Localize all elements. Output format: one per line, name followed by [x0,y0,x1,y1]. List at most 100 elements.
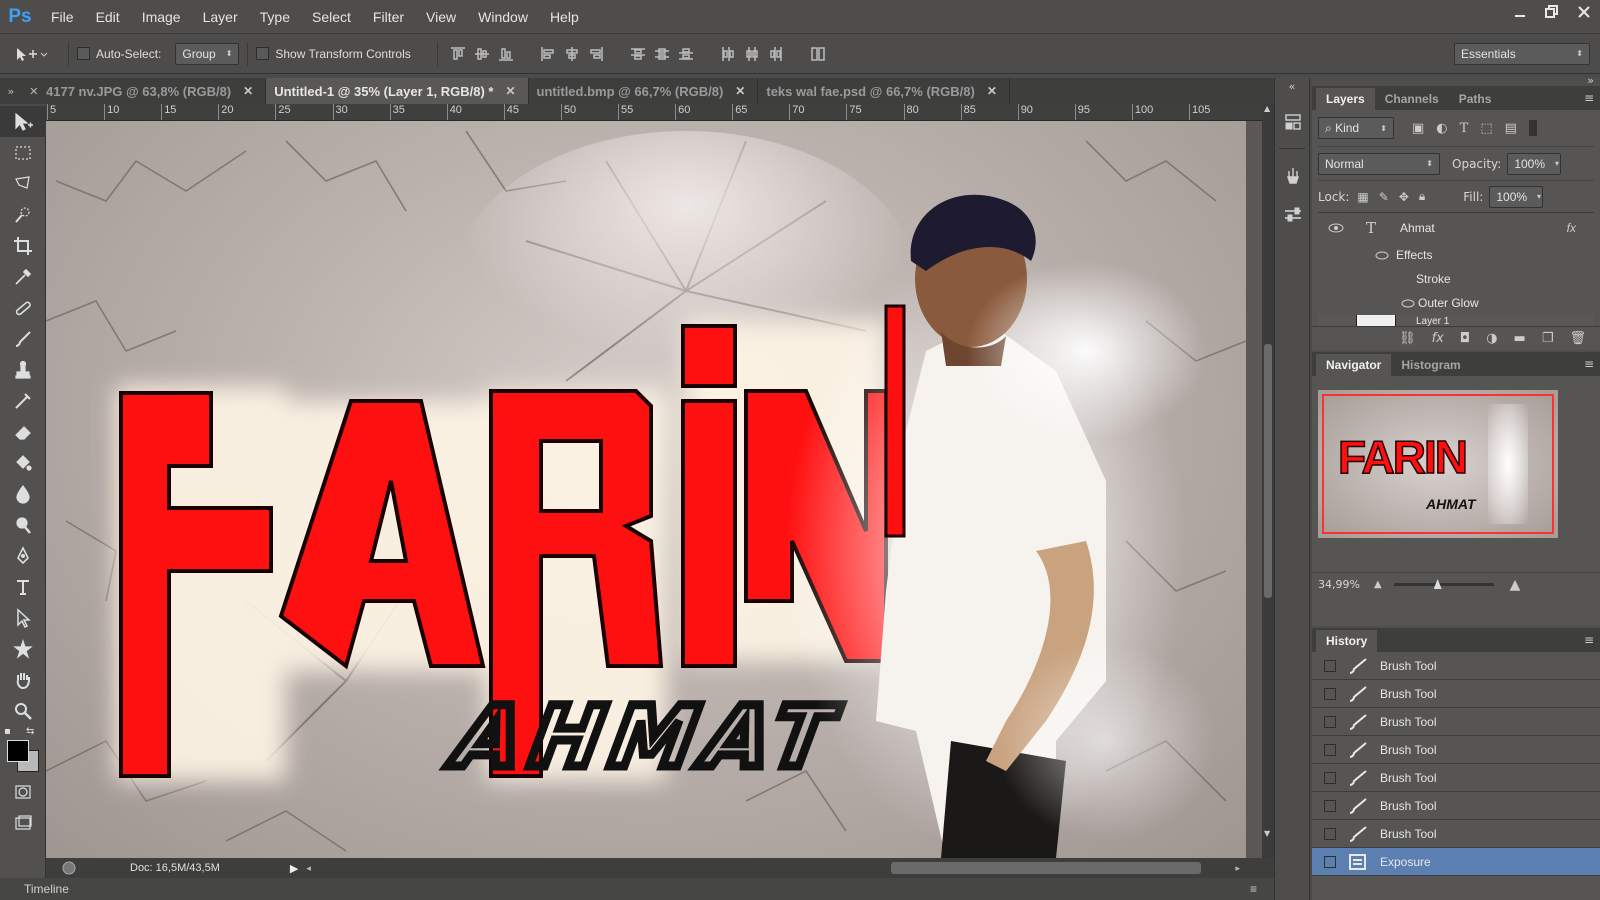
add-style-icon[interactable]: fx [1432,331,1444,346]
distribute-right-icon[interactable] [768,46,784,62]
new-group-icon[interactable]: ▬ [1514,331,1526,346]
effect-stroke-row[interactable]: Stroke [1318,267,1594,291]
new-layer-icon[interactable]: ❐ [1542,331,1554,346]
delete-layer-icon[interactable]: 🗑︎ [1569,331,1586,346]
history-snapshot-box[interactable] [1324,687,1336,700]
foreground-color[interactable] [7,740,29,762]
auto-select-checkbox[interactable]: Auto-Select: [77,47,161,61]
shape-tool[interactable] [0,633,46,664]
tab-histogram[interactable]: Histogram [1391,354,1470,376]
auto-select-dropdown[interactable]: Group ⬍ [175,42,240,65]
history-item[interactable]: Brush Tool [1312,736,1600,764]
horizontal-scroll-thumb[interactable] [890,862,1201,874]
lock-all-icon[interactable]: 🔒︎ [1419,189,1425,204]
transform-controls-checkbox[interactable]: Show Transform Controls [256,47,411,61]
close-tab-icon[interactable]: ✕ [505,84,515,98]
marquee-tool[interactable] [0,137,46,168]
zoom-tool[interactable] [0,695,46,726]
panel-menu-icon[interactable]: ≡ [1584,357,1594,371]
zoom-slider[interactable] [1393,579,1494,589]
auto-select-box[interactable] [77,47,90,60]
visibility-eye-icon[interactable] [1328,220,1344,236]
filter-shape-icon[interactable]: ⬚ [1480,121,1492,136]
tab-paths[interactable]: Paths [1449,88,1502,110]
new-adjustment-icon[interactable]: ◑ [1486,331,1497,346]
menu-type[interactable]: Type [249,0,301,34]
hand-tool[interactable] [0,664,46,695]
scroll-up-icon[interactable]: ▲ [1264,104,1270,113]
close-tab-icon[interactable]: ✕ [735,84,745,98]
tab-navigator[interactable]: Navigator [1316,354,1392,376]
close-button[interactable] [1568,0,1600,24]
brush-presets-button[interactable] [1275,155,1311,195]
fill-input[interactable]: 100% ▾ [1489,185,1544,208]
doc-tab-4[interactable]: teks wal fae.psd @ 66,7% (RGB/8) ✕ [758,78,1010,104]
doc-tab-2[interactable]: Untitled-1 @ 35% (Layer 1, RGB/8) * ✕ [266,78,529,104]
menu-edit[interactable]: Edit [85,0,131,34]
history-item[interactable]: Brush Tool [1312,792,1600,820]
effect-outer-glow-row[interactable]: Outer Glow [1318,291,1594,315]
move-tool[interactable] [0,106,46,137]
lock-position-icon[interactable]: ✥ [1399,190,1409,204]
doc-tab-3[interactable]: untitled.bmp @ 66,7% (RGB/8) ✕ [529,78,759,104]
move-tool-preset[interactable] [0,45,60,63]
history-item[interactable]: Brush Tool [1312,820,1600,848]
history-item[interactable]: Exposure [1312,848,1600,876]
link-layers-icon[interactable]: ⛓ [1399,331,1416,346]
blur-tool[interactable] [0,478,46,509]
path-select-tool[interactable] [0,602,46,633]
zoom-slider-thumb[interactable] [1433,579,1442,589]
lasso-tool[interactable] [0,168,46,199]
history-brush-tool[interactable] [0,385,46,416]
vertical-scrollbar[interactable]: ▲ ▼ [1262,104,1274,858]
history-item[interactable]: Brush Tool [1312,764,1600,792]
tab-channels[interactable]: Channels [1375,88,1449,110]
menu-filter[interactable]: Filter [362,0,415,34]
menu-help[interactable]: Help [539,0,590,34]
opacity-input[interactable]: 100% ▾ [1507,152,1562,175]
dodge-tool[interactable] [0,509,46,540]
panel-menu-icon[interactable]: ≡ [1584,91,1594,105]
quick-mask-tool[interactable] [0,776,46,807]
expand-icon[interactable]: » [8,85,15,98]
panel-menu-icon[interactable]: ≡ [1584,633,1594,647]
layer-row-ahmat[interactable]: T Ahmat fx [1318,213,1594,243]
history-item[interactable]: Brush Tool [1312,680,1600,708]
minimize-button[interactable] [1504,0,1536,24]
eraser-tool[interactable] [0,416,46,447]
healing-brush-tool[interactable] [0,292,46,323]
align-vcenter-icon[interactable] [474,46,490,62]
history-item[interactable]: Brush Tool [1312,652,1600,680]
default-colors-icon[interactable]: ▪ [4,726,11,737]
history-snapshot-box[interactable] [1324,715,1336,728]
color-swatches[interactable]: ▪ ⇆ [0,726,46,776]
menu-image[interactable]: Image [131,0,192,34]
eyedropper-tool[interactable] [0,261,46,292]
status-menu-arrow-icon[interactable]: ▶ [290,862,298,875]
filter-smart-object-icon[interactable]: ▤ [1505,121,1517,136]
properties-panel-button[interactable] [1275,102,1311,142]
filter-toggle[interactable] [1528,120,1537,136]
zoom-in-icon[interactable]: ▲ [1510,577,1521,593]
history-snapshot-box[interactable] [1324,771,1336,784]
distribute-hcenter-icon[interactable] [744,46,760,62]
panel-collapse-bar[interactable]: » ✕ [0,78,46,104]
distribute-top-icon[interactable] [630,46,646,62]
navigator-thumbnail[interactable]: FARIN AHMAT [1318,390,1558,538]
adjustments-button[interactable] [1275,195,1311,235]
quick-select-tool[interactable] [0,199,46,230]
timeline-menu-icon[interactable]: ≡ [1250,882,1257,896]
zoom-indicator-icon[interactable] [60,859,78,877]
menu-file[interactable]: File [40,0,85,34]
distribute-left-icon[interactable] [720,46,736,62]
paint-bucket-tool[interactable] [0,447,46,478]
zoom-out-icon[interactable]: ▲ [1374,579,1382,590]
auto-align-icon[interactable] [810,46,826,62]
blend-mode-dropdown[interactable]: Normal ⬍ [1318,152,1440,175]
filter-type-icon[interactable]: T [1460,121,1469,136]
history-snapshot-box[interactable] [1324,743,1336,756]
pen-tool[interactable] [0,540,46,571]
workspace-dropdown[interactable]: Essentials ⬍ [1454,42,1590,65]
timeline-bar[interactable]: Timeline ≡ [0,878,1280,900]
filter-adjustment-icon[interactable]: ◐ [1436,121,1447,136]
